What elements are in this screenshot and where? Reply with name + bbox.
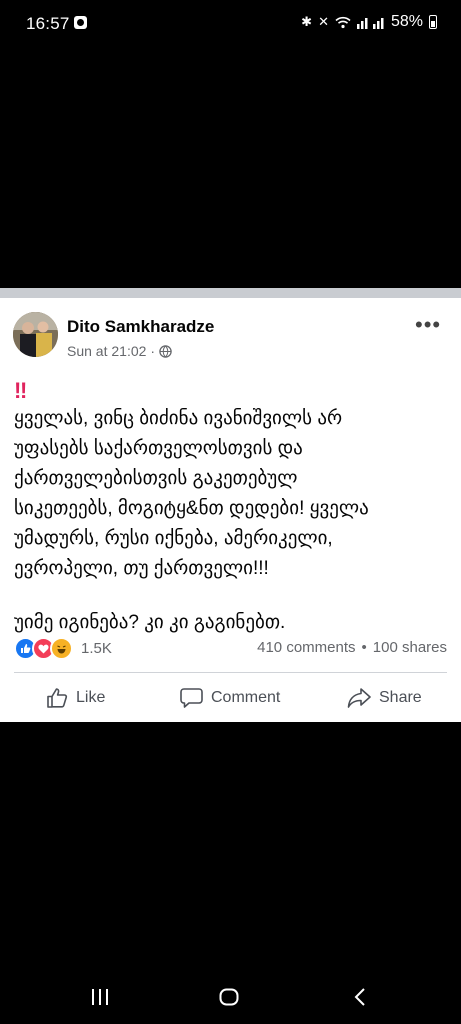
actions-divider	[14, 672, 447, 673]
post-actions: Like Comment Share	[0, 681, 461, 721]
android-navigation-bar	[0, 970, 461, 1024]
post-text-line: ყველას, ვინც ბიძინა ივანიშვილს არ	[14, 408, 343, 429]
author-avatar[interactable]	[13, 312, 58, 357]
back-icon	[354, 988, 365, 1006]
post-text-line: სიკეთეებს, მოგიტყ&ნთ დედები! ყველა	[14, 498, 369, 519]
mute-icon: ✕	[318, 14, 329, 29]
like-button[interactable]: Like	[46, 687, 105, 709]
like-label: Like	[76, 689, 106, 706]
reaction-count: 1.5K	[81, 640, 112, 657]
reactions-summary[interactable]: 1.5K	[14, 637, 112, 660]
comment-label: Comment	[211, 689, 281, 706]
post-text-line: ევროპელი, თუ ქართველი!!!	[14, 558, 269, 579]
bluetooth-icon: ✱	[301, 14, 313, 29]
status-icons: ✱ ✕ 58%	[301, 13, 437, 31]
notification-app-icon	[74, 16, 87, 29]
status-bar: 16:57 ✱ ✕ 58%	[0, 0, 461, 46]
home-button[interactable]	[209, 984, 249, 1010]
recent-apps-button[interactable]	[80, 984, 120, 1010]
battery-icon	[429, 15, 437, 29]
author-name[interactable]: Dito Samkharadze	[67, 317, 214, 337]
post-closing-line: უიმე იგინება? კი კი გაგინებთ.	[14, 612, 286, 633]
post-meta: Sun at 21:02 ·	[67, 343, 172, 359]
back-button[interactable]	[340, 984, 380, 1010]
battery-percentage: 58%	[390, 13, 423, 30]
share-button[interactable]: Share	[347, 687, 422, 709]
share-icon	[347, 688, 371, 708]
comment-button[interactable]: Comment	[180, 687, 280, 709]
dot-separator: ·	[150, 343, 156, 359]
post-top-divider	[0, 288, 461, 298]
shares-count[interactable]: 100 shares	[373, 639, 447, 656]
engagement-separator: •	[361, 639, 367, 656]
recent-apps-icon	[92, 989, 108, 1005]
comments-count[interactable]: 410 comments	[257, 639, 355, 656]
post-body: ‼ ყველას, ვინც ბიძინა ივანიშვილს არ უფას…	[14, 376, 450, 638]
post-text-line: უმადურს, რუსი იქნება, ამერიკელი,	[14, 528, 333, 549]
post-text-line: უფასებს საქართველოსთვის და	[14, 438, 303, 459]
comment-icon	[180, 688, 203, 708]
engagement-summary: 410 comments • 100 shares	[257, 639, 447, 656]
globe-icon	[159, 344, 172, 358]
home-icon	[219, 988, 239, 1006]
post-timestamp[interactable]: Sun at 21:02	[67, 343, 146, 359]
status-time: 16:57	[26, 14, 70, 33]
thumbs-up-icon	[47, 688, 68, 708]
post-text-line: ქართველებისთვის გაკეთებულ	[14, 468, 298, 489]
facebook-post-card: Dito Samkharadze Sun at 21:02 · ••• ‼ ყვ…	[0, 288, 461, 722]
wifi-icon	[335, 16, 351, 28]
more-options-icon[interactable]: •••	[415, 312, 441, 338]
share-label: Share	[379, 689, 422, 706]
haha-reaction-icon	[50, 637, 73, 660]
signal-icon	[356, 18, 384, 29]
double-exclamation-emoji: ‼	[14, 378, 28, 403]
